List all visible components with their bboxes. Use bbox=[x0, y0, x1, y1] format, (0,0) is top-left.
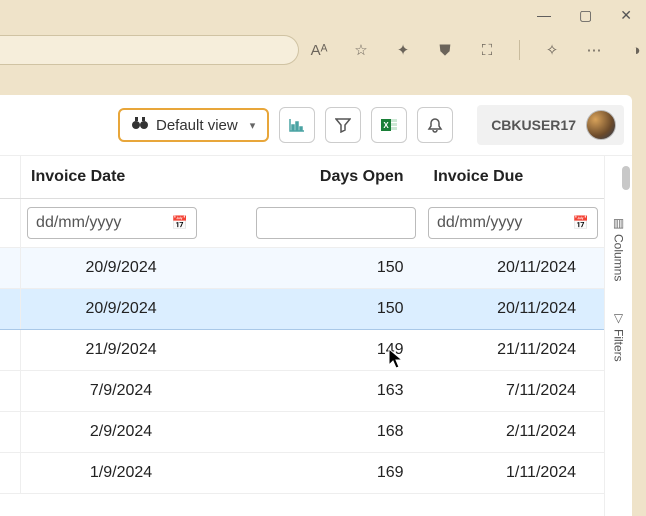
columns-icon: ▥ bbox=[613, 216, 624, 230]
vertical-scrollbar[interactable] bbox=[622, 166, 630, 190]
app-toolbar: Default view ▾ X CBKUSER17 bbox=[0, 95, 632, 155]
table-row[interactable]: 20/9/202415020/11/2024 bbox=[0, 248, 604, 289]
read-aloud-icon[interactable]: Aᴬ bbox=[309, 42, 329, 59]
cell-days-open: 150 bbox=[221, 289, 421, 330]
cell-days-open: 168 bbox=[221, 412, 421, 453]
table-row[interactable]: 20/9/202415020/11/2024 bbox=[0, 289, 604, 330]
adblock-icon[interactable]: ⛊ bbox=[435, 42, 455, 59]
cell-invoice-date: 2/9/2024 bbox=[21, 412, 221, 453]
app-content: Default view ▾ X CBKUSER17 Invoice bbox=[0, 95, 632, 516]
header-days-open[interactable]: Days Open bbox=[221, 156, 421, 199]
data-grid: Invoice Date Days Open Invoice Due dd/mm… bbox=[0, 155, 632, 516]
export-excel-button[interactable]: X bbox=[371, 107, 407, 143]
close-button[interactable]: ✕ bbox=[620, 7, 632, 24]
filter-days-open[interactable] bbox=[256, 207, 416, 239]
browser-actions: Aᴬ ☆ ✦ ⛊ ⛶ ✧ ⋯ ◑ bbox=[309, 40, 646, 60]
side-panel: ▥ Columns ▽ Filters bbox=[604, 156, 632, 516]
calendar-icon: 📅 bbox=[573, 215, 589, 231]
calendar-icon: 📅 bbox=[172, 215, 188, 231]
chart-button[interactable] bbox=[279, 107, 315, 143]
cell-invoice-date: 7/9/2024 bbox=[21, 371, 221, 412]
extension-icon[interactable]: ✦ bbox=[393, 41, 413, 59]
window-controls: — ▢ ✕ bbox=[537, 0, 646, 30]
cell-invoice-due: 20/11/2024 bbox=[422, 289, 604, 330]
view-label: Default view bbox=[156, 117, 238, 134]
view-selector-button[interactable]: Default view ▾ bbox=[118, 108, 269, 142]
chevron-down-icon: ▾ bbox=[250, 119, 256, 132]
binoculars-icon bbox=[132, 116, 148, 134]
cell-invoice-due: 21/11/2024 bbox=[422, 330, 604, 371]
header-invoice-date[interactable]: Invoice Date bbox=[21, 156, 221, 199]
filter-button[interactable] bbox=[325, 107, 361, 143]
cell-invoice-due: 1/11/2024 bbox=[422, 453, 604, 494]
table-row[interactable]: 1/9/20241691/11/2024 bbox=[0, 453, 604, 494]
cell-days-open: 149 bbox=[221, 330, 421, 371]
columns-panel-button[interactable]: ▥ Columns bbox=[612, 216, 626, 281]
more-icon[interactable]: ⋯ bbox=[584, 41, 604, 59]
cell-invoice-due: 20/11/2024 bbox=[422, 248, 604, 289]
filter-row: dd/mm/yyyy 📅 dd/mm/yyyy 📅 bbox=[0, 199, 604, 248]
filter-icon: ▽ bbox=[614, 311, 623, 325]
date-placeholder: dd/mm/yyyy bbox=[437, 214, 522, 232]
cell-invoice-date: 20/9/2024 bbox=[21, 248, 221, 289]
table-row[interactable]: 21/9/202414921/11/2024 bbox=[0, 330, 604, 371]
minimize-button[interactable]: — bbox=[537, 7, 551, 23]
cell-days-open: 163 bbox=[221, 371, 421, 412]
columns-label: Columns bbox=[612, 234, 626, 281]
extensions-icon[interactable]: ⛶ bbox=[477, 42, 497, 59]
notifications-button[interactable] bbox=[417, 107, 453, 143]
favorites-icon[interactable]: ✧ bbox=[542, 41, 562, 59]
browser-toolbar: Aᴬ ☆ ✦ ⛊ ⛶ ✧ ⋯ ◑ bbox=[0, 30, 646, 70]
cell-invoice-due: 2/11/2024 bbox=[422, 412, 604, 453]
favorite-star-icon[interactable]: ☆ bbox=[351, 41, 371, 59]
header-invoice-due[interactable]: Invoice Due bbox=[422, 156, 604, 199]
table-row[interactable]: 7/9/20241637/11/2024 bbox=[0, 371, 604, 412]
address-bar[interactable] bbox=[0, 35, 299, 65]
user-menu[interactable]: CBKUSER17 bbox=[477, 105, 624, 145]
cell-days-open: 169 bbox=[221, 453, 421, 494]
cell-invoice-due: 7/11/2024 bbox=[422, 371, 604, 412]
filters-panel-button[interactable]: ▽ Filters bbox=[612, 311, 626, 362]
filters-label: Filters bbox=[612, 329, 626, 362]
cell-invoice-date: 1/9/2024 bbox=[21, 453, 221, 494]
date-placeholder: dd/mm/yyyy bbox=[36, 214, 121, 232]
username-label: CBKUSER17 bbox=[491, 117, 576, 133]
avatar bbox=[586, 110, 616, 140]
invoice-table: Invoice Date Days Open Invoice Due dd/mm… bbox=[0, 156, 604, 494]
header-row: Invoice Date Days Open Invoice Due bbox=[0, 156, 604, 199]
table-row[interactable]: 2/9/20241682/11/2024 bbox=[0, 412, 604, 453]
copilot-icon[interactable]: ◑ bbox=[626, 42, 646, 59]
svg-text:X: X bbox=[384, 121, 390, 130]
maximize-button[interactable]: ▢ bbox=[579, 7, 592, 24]
cell-invoice-date: 20/9/2024 bbox=[21, 289, 221, 330]
toolbar-divider bbox=[519, 40, 520, 60]
filter-invoice-date[interactable]: dd/mm/yyyy 📅 bbox=[27, 207, 197, 239]
cell-days-open: 150 bbox=[221, 248, 421, 289]
cell-invoice-date: 21/9/2024 bbox=[21, 330, 221, 371]
filter-invoice-due[interactable]: dd/mm/yyyy 📅 bbox=[428, 207, 598, 239]
